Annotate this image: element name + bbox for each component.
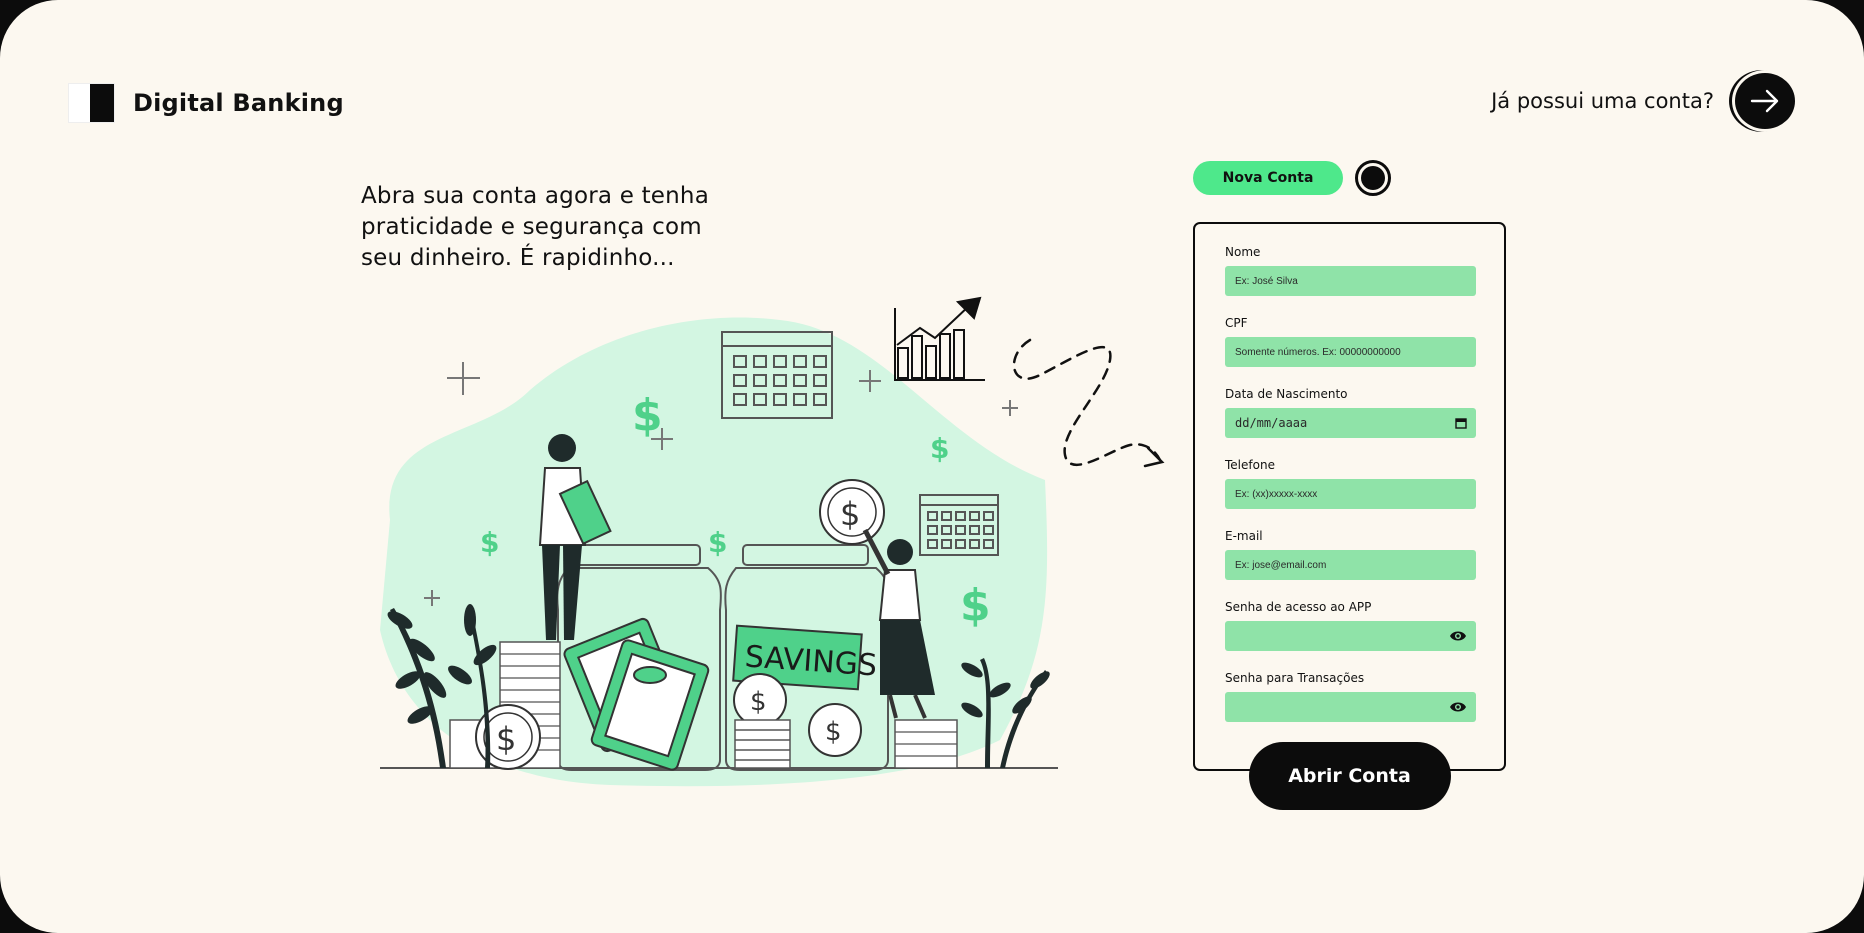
account-tabs: Nova Conta	[1193, 160, 1391, 196]
field-email: E-mail	[1225, 529, 1476, 580]
svg-text:$: $	[840, 495, 860, 533]
email-input[interactable]	[1225, 550, 1476, 580]
svg-text:$: $	[750, 687, 767, 717]
login-button[interactable]	[1732, 70, 1798, 132]
field-birth-date: Data de Nascimento	[1225, 387, 1476, 438]
field-phone: Telefone	[1225, 458, 1476, 509]
eye-icon[interactable]	[1449, 701, 1467, 713]
phone-input-wrap	[1225, 479, 1476, 509]
brand-name: Digital Banking	[133, 89, 344, 117]
birth-date-input-wrap	[1225, 408, 1476, 438]
cpf-input[interactable]	[1225, 337, 1476, 367]
arrow-right-icon	[1750, 89, 1779, 113]
field-name: Nome	[1225, 245, 1476, 296]
login-area: Já possui uma conta?	[1491, 70, 1798, 132]
app-password-label: Senha de acesso ao APP	[1225, 600, 1372, 614]
hero-headline: Abra sua conta agora e tenha praticidade…	[361, 183, 709, 271]
svg-text:$: $	[960, 580, 991, 631]
logo-mark-icon	[68, 83, 115, 123]
svg-text:$: $	[480, 526, 499, 559]
tab-new-account[interactable]: Nova Conta	[1193, 161, 1343, 195]
savings-illustration: $ $ $ $ $ SAVINGS $ $ $ $	[380, 296, 1058, 787]
svg-text:$: $	[825, 717, 842, 747]
birth-date-input[interactable]	[1225, 408, 1476, 438]
svg-text:$: $	[930, 432, 949, 465]
svg-text:$: $	[632, 390, 663, 441]
name-label: Nome	[1225, 245, 1261, 259]
transaction-password-input-wrap	[1225, 692, 1476, 722]
circle-toggle-icon[interactable]	[1355, 160, 1391, 196]
transaction-password-label: Senha para Transações	[1225, 671, 1365, 685]
name-input-wrap	[1225, 266, 1476, 296]
birth-date-label: Data de Nascimento	[1225, 387, 1348, 401]
open-account-button[interactable]: Abrir Conta	[1248, 742, 1451, 810]
toggle-dot	[1361, 166, 1385, 190]
dashed-arrow-icon	[1012, 338, 1165, 468]
login-prompt: Já possui uma conta?	[1491, 89, 1714, 113]
eye-icon[interactable]	[1449, 630, 1467, 642]
page: Digital Banking Já possui uma conta? Abr…	[0, 0, 1864, 933]
app-password-input[interactable]	[1225, 621, 1476, 651]
calendar-icon[interactable]	[1455, 417, 1467, 429]
svg-text:$: $	[708, 526, 727, 559]
app-password-input-wrap	[1225, 621, 1476, 651]
signup-form: Nome CPF Data de Nascimento Telefone	[1193, 222, 1506, 810]
transaction-password-input[interactable]	[1225, 692, 1476, 722]
field-transaction-password: Senha para Transações	[1225, 671, 1476, 722]
phone-label: Telefone	[1225, 458, 1275, 472]
cpf-input-wrap	[1225, 337, 1476, 367]
svg-text:$: $	[496, 720, 516, 758]
cpf-label: CPF	[1225, 316, 1248, 330]
field-app-password: Senha de acesso ao APP	[1225, 600, 1476, 651]
name-input[interactable]	[1225, 266, 1476, 296]
field-cpf: CPF	[1225, 316, 1476, 367]
email-label: E-mail	[1225, 529, 1263, 543]
email-input-wrap	[1225, 550, 1476, 580]
brand-logo[interactable]: Digital Banking	[68, 83, 344, 123]
phone-input[interactable]	[1225, 479, 1476, 509]
